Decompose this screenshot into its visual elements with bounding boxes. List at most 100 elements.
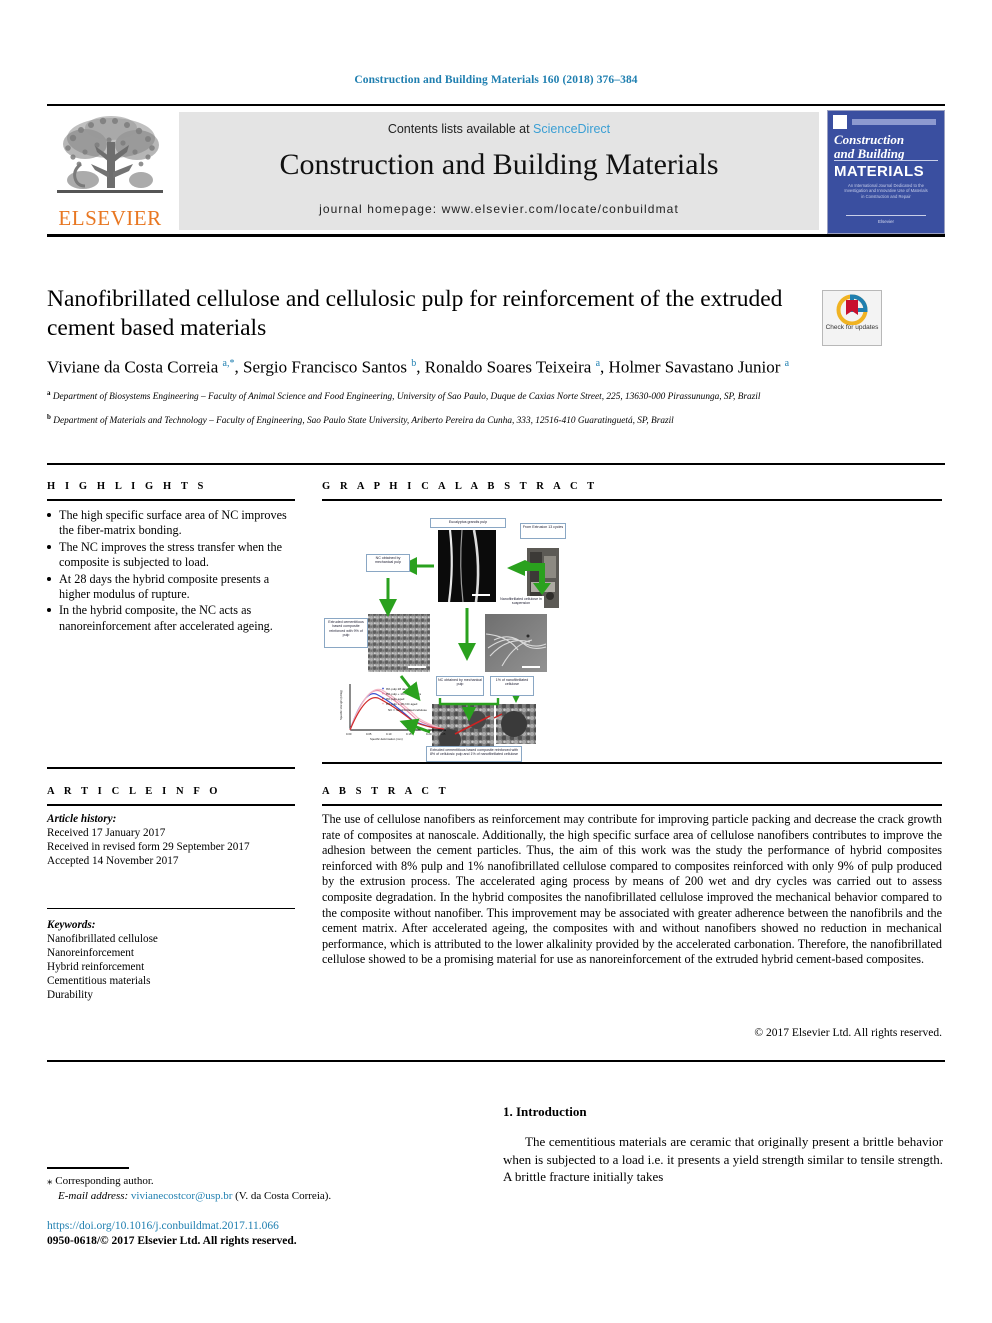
contents-available-line: Contents lists available at ScienceDirec… xyxy=(179,122,819,136)
abstract-copyright: © 2017 Elsevier Ltd. All rights reserved… xyxy=(754,1027,942,1039)
cover-title-line1: Construction and Building xyxy=(834,133,942,161)
crossmark-icon xyxy=(836,294,868,326)
doi-link[interactable]: https://doi.org/10.1016/j.conbuildmat.20… xyxy=(47,1220,279,1232)
crossmark-label: Check for updates xyxy=(825,324,879,331)
introduction-heading: 1. Introduction xyxy=(503,1104,587,1119)
svg-text:0.00: 0.00 xyxy=(346,732,352,736)
journal-name: Construction and Building Materials xyxy=(279,148,719,181)
keyword-item: Hybrid reinforcement xyxy=(47,961,145,973)
introduction-text: The cementitious materials are ceramic t… xyxy=(503,1134,943,1184)
list-item: At 28 days the hybrid composite presents… xyxy=(47,572,295,603)
svg-text:0.15: 0.15 xyxy=(406,732,412,736)
crossmark-badge[interactable]: Check for updates xyxy=(822,290,882,346)
elsevier-tree-icon xyxy=(57,116,163,193)
history-accepted: Accepted 14 November 2017 xyxy=(47,855,179,867)
keywords-label: Keywords: xyxy=(47,919,96,931)
ga-label-plus-right: 1% of nanofibrillated cellulose xyxy=(490,676,534,696)
email-label: E-mail address: xyxy=(58,1190,129,1202)
sciencedirect-link[interactable]: ScienceDirect xyxy=(533,122,610,136)
graphical-abstract-diagram: 9% pulp 28 days 8% pulp + 1% NC 28 days … xyxy=(339,529,559,758)
highlight-text: In the hybrid composite, the NC acts as … xyxy=(59,603,273,633)
keyword-item: Durability xyxy=(47,989,93,1001)
masthead-bottom-rule xyxy=(47,234,945,237)
svg-text:8% pulp + 1% NC aged: 8% pulp + 1% NC aged xyxy=(386,702,418,706)
bullet-icon xyxy=(47,544,51,549)
svg-text:9% pulp 28 days: 9% pulp 28 days xyxy=(386,687,409,691)
cover-line1-text: Construction xyxy=(834,132,905,147)
cover-divider xyxy=(834,160,938,161)
keyword-item: Cementitious materials xyxy=(47,975,151,987)
elsevier-logo: ELSEVIER xyxy=(49,112,171,230)
ga-label-refined-pulp: NC obtained by mechanical pulp xyxy=(366,554,410,572)
ga-label-composite-9pct: Extruded cementitious based composite re… xyxy=(324,618,368,648)
list-item: The NC improves the stress transfer when… xyxy=(47,540,295,571)
keywords-top-rule xyxy=(47,908,295,910)
graphical-abstract-bottom-rule xyxy=(322,762,942,764)
highlight-text: The high specific surface area of NC imp… xyxy=(59,508,287,538)
svg-text:0.25: 0.25 xyxy=(440,732,446,736)
abstract-heading-rule xyxy=(322,804,942,806)
article-history-block: Article history: Received 17 January 201… xyxy=(47,812,295,868)
abstract-heading: A B S T R A C T xyxy=(322,786,450,797)
cover-blurb: An International Journal Dedicated to th… xyxy=(844,183,928,199)
masthead-top-rule xyxy=(47,104,945,106)
journal-cover-thumbnail[interactable]: Construction and Building MATERIALS An I… xyxy=(827,110,945,234)
journal-homepage-link[interactable]: journal homepage: www.elsevier.com/locat… xyxy=(179,202,819,216)
footnote-rule xyxy=(47,1167,129,1169)
svg-text:8% pulp + 1% NC 28 days: 8% pulp + 1% NC 28 days xyxy=(386,692,422,696)
contents-prefix: Contents lists available at xyxy=(387,122,534,136)
keyword-item: Nanoreinforcement xyxy=(47,947,134,959)
highlights-section-top-rule xyxy=(47,463,945,465)
ga-label-plus-left: NC obtained by mechanical pulp xyxy=(436,676,484,696)
article-first-page: Construction and Building Materials 160 … xyxy=(0,0,992,1323)
elsevier-wordmark: ELSEVIER xyxy=(58,206,162,230)
body-top-rule xyxy=(47,1060,945,1062)
history-revised: Received in revised form 29 September 20… xyxy=(47,841,250,853)
bullet-icon xyxy=(47,608,51,613)
affiliation-a: a Department of Biosystems Engineering –… xyxy=(47,389,761,403)
cover-publisher: Elsevier xyxy=(877,219,894,224)
issn-copyright: 0950-0618/© 2017 Elsevier Ltd. All right… xyxy=(47,1235,297,1247)
corresponding-author-note: ⁎ Corresponding author. xyxy=(47,1175,154,1187)
cover-line2-text: and Building xyxy=(834,146,905,161)
graphical-abstract-heading-rule xyxy=(322,499,942,501)
cover-elsevier-mark-icon xyxy=(833,115,847,129)
email-note: E-mail address: vivianecostcor@usp.br (V… xyxy=(58,1190,478,1202)
abstract-text: The use of cellulose nanofibers as reinf… xyxy=(322,812,942,967)
ga-label-bottom-caption: Extruded cementitious based composite re… xyxy=(426,746,522,762)
highlights-heading-rule xyxy=(47,499,295,501)
highlights-list: The high specific surface area of NC imp… xyxy=(47,508,295,635)
cover-top-bar xyxy=(852,119,936,125)
journal-masthead: ELSEVIER Contents lists available at Sci… xyxy=(47,104,945,237)
page-title: Nanofibrillated cellulose and cellulosic… xyxy=(47,286,783,341)
ga-label-extruder: From Extrusion 13 cycles xyxy=(520,523,566,539)
article-info-heading-rule xyxy=(47,804,295,806)
svg-text:Specific strength (kJ/kg): Specific strength (kJ/kg) xyxy=(339,690,343,720)
article-history-label: Article history: xyxy=(47,813,117,825)
list-item: The high specific surface area of NC imp… xyxy=(47,508,295,539)
graphical-abstract-figure: 9% pulp 28 days 8% pulp + 1% NC 28 days … xyxy=(322,508,942,762)
journal-cover-art: Construction and Building MATERIALS An I… xyxy=(828,111,944,233)
highlight-text: The NC improves the stress transfer when… xyxy=(59,539,283,570)
svg-text:Specific deformation (mm): Specific deformation (mm) xyxy=(370,737,403,741)
ga-label-nanofibrillated: Nanofibrillated cellulose in suspension xyxy=(498,596,544,610)
author-list: Viviane da Costa Correia a,*, Sergio Fra… xyxy=(47,357,790,377)
email-link[interactable]: vivianecostcor@usp.br xyxy=(131,1190,232,1202)
email-owner: (V. da Costa Correia). xyxy=(235,1190,332,1202)
article-info-heading: A R T I C L E I N F O xyxy=(47,786,222,797)
cover-bottom-divider xyxy=(846,215,926,216)
bullet-icon xyxy=(47,576,51,581)
journal-title-band: Contents lists available at ScienceDirec… xyxy=(179,112,819,230)
svg-text:0.10: 0.10 xyxy=(386,732,392,736)
graphical-abstract-heading: G R A P H I C A L A B S T R A C T xyxy=(322,481,598,492)
keywords-block: Keywords: Nanofibrillated cellulose Nano… xyxy=(47,918,295,1002)
highlights-heading: H I G H L I G H T S xyxy=(47,481,207,492)
highlight-text: At 28 days the hybrid composite presents… xyxy=(59,571,270,602)
cover-title-line3: MATERIALS xyxy=(834,163,924,180)
running-head: Construction and Building Materials 160 … xyxy=(354,74,638,86)
ga-label-top-image: Eucalyptus grandis pulp xyxy=(430,518,506,528)
keyword-item: Nanofibrillated cellulose xyxy=(47,933,158,945)
svg-text:9% pulp aged: 9% pulp aged xyxy=(386,697,405,701)
history-received: Received 17 January 2017 xyxy=(47,827,166,839)
article-info-top-rule xyxy=(47,767,295,769)
